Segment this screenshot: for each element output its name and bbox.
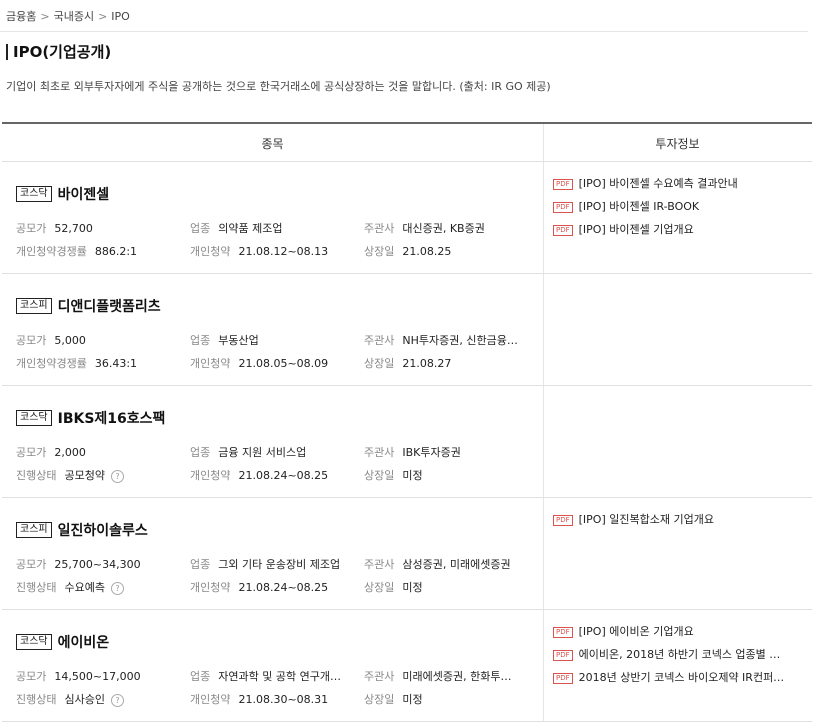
pdf-doc-link[interactable]: PDF [IPO] 바이젠셀 기업개요 bbox=[553, 221, 803, 244]
subscription-period: 개인청약 21.08.24~08.25 bbox=[190, 469, 329, 482]
help-icon[interactable]: ? bbox=[110, 693, 124, 707]
underwriter: 주관사 미래에셋증권, 한화투… bbox=[364, 670, 512, 683]
pdf-doc-link[interactable]: PDF 2018년 상반기 코넥스 바이오제약 IR컨퍼… bbox=[553, 669, 803, 692]
listing-date: 상장일 미정 bbox=[364, 693, 423, 706]
listing-date: 상장일 미정 bbox=[364, 581, 423, 594]
offer-price: 공모가 2,000 bbox=[16, 446, 86, 459]
industry: 업종 의약품 제조업 bbox=[190, 222, 283, 235]
pdf-icon: PDF bbox=[553, 626, 573, 638]
status: 진행상태 수요예측? bbox=[16, 579, 186, 595]
pdf-icon: PDF bbox=[553, 201, 573, 213]
pdf-doc-link[interactable]: PDF [IPO] 바이젠셀 IR-BOOK bbox=[553, 198, 803, 221]
pdf-doc-link[interactable]: PDF [IPO] 에이비온 기업개요 bbox=[553, 623, 803, 646]
investment-docs: PDF [IPO] 바이젠셀 수요예측 결과안내 PDF [IPO] 바이젠셀 IR-… bbox=[553, 175, 803, 244]
market-badge: 코스피 bbox=[16, 298, 52, 314]
market-badge: 코스닥 bbox=[16, 410, 52, 426]
subscription-period: 개인청약 21.08.05~08.09 bbox=[190, 357, 329, 370]
doc-title: [IPO] 일진복합소재 기업개요 bbox=[578, 513, 714, 526]
doc-title: 에이비온, 2018년 하반기 코넥스 업종별 … bbox=[578, 648, 781, 661]
ipo-table: 종목 투자정보 코스닥 바이젠셀 공모가 52,700 업종 의약품 제조업 주관사 대… bbox=[2, 122, 812, 722]
subscription-period: 개인청약 21.08.12~08.13 bbox=[190, 245, 329, 258]
subscription-period: 개인청약 21.08.30~08.31 bbox=[190, 693, 329, 706]
company-name-link[interactable]: 디앤디플랫폼리츠 bbox=[58, 299, 161, 315]
pdf-icon: PDF bbox=[553, 514, 573, 526]
breadcrumb-finance-home[interactable]: 금융홈 bbox=[6, 10, 36, 23]
listing-date: 상장일 21.08.27 bbox=[364, 357, 452, 370]
underwriter: 주관사 삼성증권, 미래에셋증권 bbox=[364, 558, 511, 571]
page-title: IPO(기업공개) bbox=[6, 44, 111, 60]
offer-price: 공모가 14,500~17,000 bbox=[16, 670, 141, 683]
market-badge: 코스피 bbox=[16, 522, 52, 538]
underwriter: 주관사 IBK투자증권 bbox=[364, 446, 461, 459]
pdf-doc-link[interactable]: PDF [IPO] 바이젠셀 수요예측 결과안내 bbox=[553, 175, 803, 198]
table-row: 코스피 일진하이솔루스 공모가 25,700~34,300 업종 그외 기타 운송장비… bbox=[2, 498, 812, 610]
offer-price: 공모가 5,000 bbox=[16, 334, 86, 347]
competition-rate: 개인청약경쟁률 36.43:1 bbox=[16, 357, 138, 370]
status: 진행상태 심사승인? bbox=[16, 691, 186, 707]
breadcrumb-separator: > bbox=[98, 10, 108, 23]
company-name-link[interactable]: 에이비온 bbox=[58, 635, 110, 651]
pdf-icon: PDF bbox=[553, 178, 573, 190]
competition-rate: 개인청약경쟁률 886.2:1 bbox=[16, 245, 138, 258]
industry: 업종 그외 기타 운송장비 제조업 bbox=[190, 558, 341, 571]
table-row: 코스닥 에이비온 공모가 14,500~17,000 업종 자연과학 및 공학 연구개… bbox=[2, 610, 812, 722]
market-badge: 코스닥 bbox=[16, 186, 52, 202]
breadcrumb: 금융홈 > 국내증시 > IPO bbox=[6, 8, 130, 24]
underwriter: 주관사 대신증권, KB증권 bbox=[364, 222, 485, 235]
industry: 업종 금융 지원 서비스업 bbox=[190, 446, 307, 459]
header-investment-info: 투자정보 bbox=[655, 137, 700, 151]
doc-title: [IPO] 바이젠셀 기업개요 bbox=[578, 223, 694, 236]
divider bbox=[0, 31, 808, 32]
industry: 업종 자연과학 및 공학 연구개… bbox=[190, 670, 341, 683]
investment-docs: PDF [IPO] 에이비온 기업개요 PDF 에이비온, 2018년 하반기 코넥스… bbox=[553, 623, 803, 692]
doc-title: 2018년 상반기 코넥스 바이오제약 IR컨퍼… bbox=[578, 671, 785, 684]
investment-docs: PDF [IPO] 일진복합소재 기업개요 bbox=[553, 511, 803, 534]
header-stock: 종목 bbox=[261, 137, 284, 151]
pdf-doc-link[interactable]: PDF [IPO] 일진복합소재 기업개요 bbox=[553, 511, 803, 534]
help-icon[interactable]: ? bbox=[110, 581, 124, 595]
company-name-link[interactable]: IBKS제16호스팩 bbox=[58, 411, 166, 427]
help-icon[interactable]: ? bbox=[110, 469, 124, 483]
market-badge: 코스닥 bbox=[16, 634, 52, 650]
page-description: 기업이 최초로 외부투자자에게 주식을 공개하는 것으로 한국거래소에 공식상장… bbox=[6, 80, 551, 93]
underwriter: 주관사 NH투자증권, 신한금융… bbox=[364, 334, 518, 347]
table-row: 코스닥 IBKS제16호스팩 공모가 2,000 업종 금융 지원 서비스업 주관사 I… bbox=[2, 386, 812, 498]
offer-price: 공모가 25,700~34,300 bbox=[16, 558, 141, 571]
doc-title: [IPO] 바이젠셀 수요예측 결과안내 bbox=[578, 177, 738, 190]
industry: 업종 부동산업 bbox=[190, 334, 259, 347]
breadcrumb-separator: > bbox=[40, 10, 50, 23]
company-name-link[interactable]: 일진하이솔루스 bbox=[58, 523, 148, 539]
table-header: 종목 투자정보 bbox=[2, 122, 812, 162]
listing-date: 상장일 21.08.25 bbox=[364, 245, 452, 258]
status: 진행상태 공모청약? bbox=[16, 467, 186, 483]
table-row: 코스피 디앤디플랫폼리츠 공모가 5,000 업종 부동산업 주관사 NH투자증권, 신… bbox=[2, 274, 812, 386]
doc-title: [IPO] 바이젠셀 IR-BOOK bbox=[578, 200, 700, 213]
offer-price: 공모가 52,700 bbox=[16, 222, 93, 235]
company-name-link[interactable]: 바이젠셀 bbox=[58, 187, 110, 203]
listing-date: 상장일 미정 bbox=[364, 469, 423, 482]
pdf-icon: PDF bbox=[553, 672, 573, 684]
pdf-doc-link[interactable]: PDF 에이비온, 2018년 하반기 코넥스 업종별 … bbox=[553, 646, 803, 669]
breadcrumb-ipo[interactable]: IPO bbox=[111, 10, 130, 23]
table-row: 코스닥 바이젠셀 공모가 52,700 업종 의약품 제조업 주관사 대신증권, KB증… bbox=[2, 162, 812, 274]
doc-title: [IPO] 에이비온 기업개요 bbox=[578, 625, 694, 638]
pdf-icon: PDF bbox=[553, 649, 573, 661]
subscription-period: 개인청약 21.08.24~08.25 bbox=[190, 581, 329, 594]
breadcrumb-domestic-stocks[interactable]: 국내증시 bbox=[54, 10, 94, 23]
pdf-icon: PDF bbox=[553, 224, 573, 236]
